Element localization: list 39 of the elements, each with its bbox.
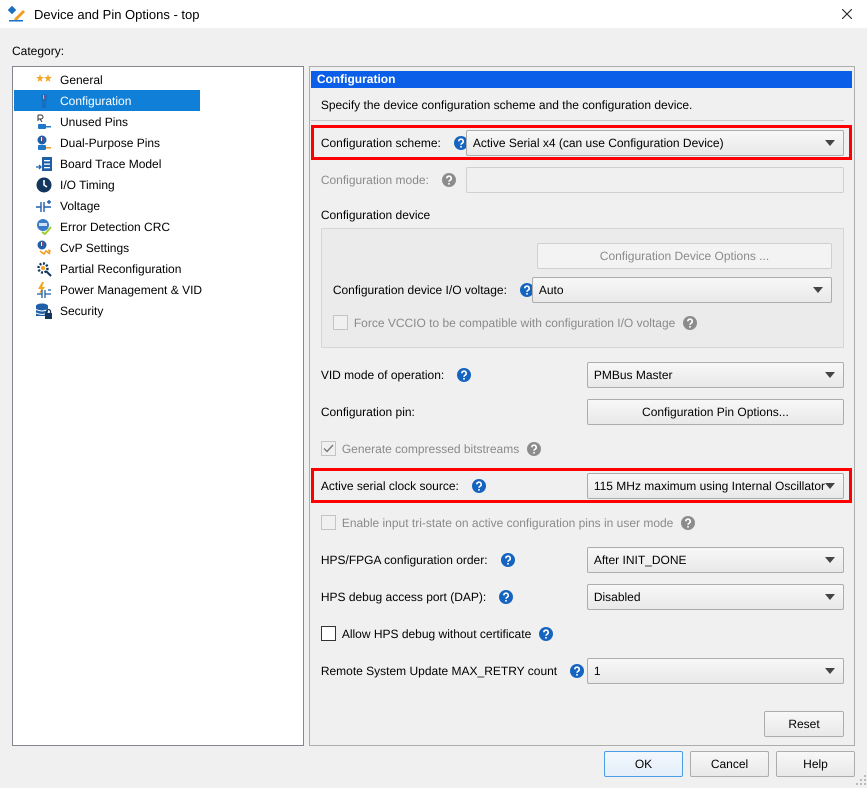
dropdown[interactable]: Auto bbox=[532, 276, 832, 302]
category-item[interactable]: Error Detection CRC bbox=[14, 216, 200, 237]
reset-button[interactable]: Reset bbox=[764, 711, 844, 737]
field-label: HPS/FPGA configuration order: bbox=[320, 552, 488, 566]
field-label: HPS debug access port (DAP): bbox=[320, 590, 486, 604]
category-item[interactable]: Security bbox=[14, 300, 200, 321]
description: Specify the device configuration scheme and the configuration device. bbox=[310, 88, 844, 121]
field-label: Configuration mode: bbox=[320, 172, 429, 186]
dropdown[interactable]: Disabled bbox=[586, 584, 844, 610]
category-item[interactable]: Dual-Purpose Pins bbox=[14, 132, 200, 153]
field-label: Configuration pin: bbox=[320, 404, 415, 418]
field-label: Configuration scheme: bbox=[320, 136, 441, 150]
category-item[interactable]: General bbox=[14, 69, 200, 90]
options-button[interactable]: Configuration Pin Options... bbox=[586, 398, 844, 424]
dialog-button[interactable]: OK bbox=[604, 751, 683, 777]
category-item[interactable]: I/O Timing bbox=[14, 174, 200, 195]
dropdown[interactable]: 115 MHz maximum using Internal Oscillator bbox=[586, 472, 844, 498]
category-label: Category: bbox=[12, 44, 64, 58]
field-label: Remote System Update MAX_RETRY count bbox=[320, 664, 558, 678]
category-item[interactable]: Voltage bbox=[14, 195, 200, 216]
category-item[interactable]: Power Management & VID bbox=[14, 279, 206, 300]
category-item[interactable]: Configuration bbox=[14, 90, 200, 111]
window-title: Device and Pin Options - top bbox=[34, 6, 200, 22]
dropdown[interactable]: Active Serial x4 (can use Configuration Device) bbox=[466, 130, 844, 156]
dialog-button[interactable]: Help bbox=[776, 751, 855, 777]
category-item[interactable]: Partial Reconfiguration bbox=[14, 258, 200, 279]
dialog-button[interactable]: Cancel bbox=[690, 751, 769, 777]
category-item[interactable]: Board Trace Model bbox=[14, 153, 200, 174]
checkbox[interactable]: Allow HPS debug without certificate bbox=[320, 626, 532, 641]
panel-header: Configuration bbox=[310, 71, 852, 88]
field-label: VID mode of operation: bbox=[320, 368, 444, 382]
dropdown[interactable]: PMBus Master bbox=[586, 362, 844, 388]
dropdown[interactable]: After INIT_DONE bbox=[586, 546, 844, 572]
dropdown[interactable]: 1 bbox=[586, 658, 844, 684]
field-label: Configuration device I/O voltage: bbox=[332, 282, 507, 296]
group-title: Configuration device bbox=[320, 208, 430, 222]
category-item[interactable]: Unused Pins bbox=[14, 111, 200, 132]
field-label: Active serial clock source: bbox=[320, 478, 459, 492]
category-item[interactable]: CvP Settings bbox=[14, 237, 200, 258]
